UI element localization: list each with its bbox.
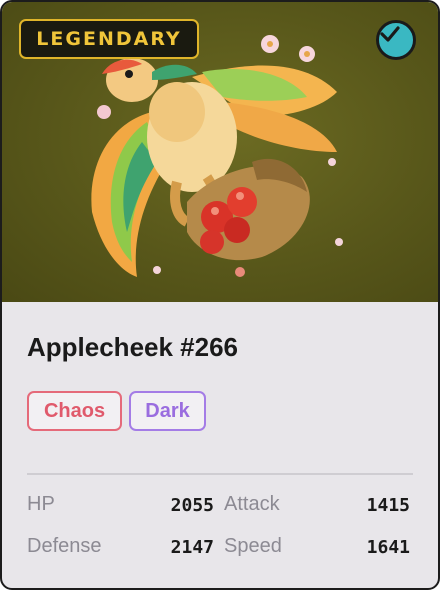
stat-label-hp: HP bbox=[27, 493, 55, 515]
stat-value-speed: 1641 bbox=[366, 537, 410, 558]
creature-card[interactable]: LEGENDARY Applecheek #266 Chaos Dark HP … bbox=[0, 0, 440, 590]
stat-value-attack: 1415 bbox=[366, 495, 410, 516]
stat-value-hp: 2055 bbox=[170, 495, 214, 516]
creature-artwork: LEGENDARY bbox=[2, 2, 438, 302]
type-tag-dark[interactable]: Dark bbox=[129, 391, 206, 431]
stat-label-attack: Attack bbox=[224, 493, 280, 515]
divider bbox=[27, 473, 413, 475]
type-tag-chaos[interactable]: Chaos bbox=[27, 391, 122, 431]
card-info-panel: Applecheek #266 Chaos Dark HP 2055 Attac… bbox=[2, 302, 438, 588]
stat-value-defense: 2147 bbox=[170, 537, 214, 558]
rarity-badge: LEGENDARY bbox=[19, 19, 199, 59]
verified-badge[interactable] bbox=[376, 20, 416, 60]
stat-label-defense: Defense bbox=[27, 535, 102, 557]
creature-name: Applecheek #266 bbox=[27, 332, 239, 362]
checkmark-icon bbox=[380, 26, 400, 42]
stat-label-speed: Speed bbox=[224, 535, 282, 557]
